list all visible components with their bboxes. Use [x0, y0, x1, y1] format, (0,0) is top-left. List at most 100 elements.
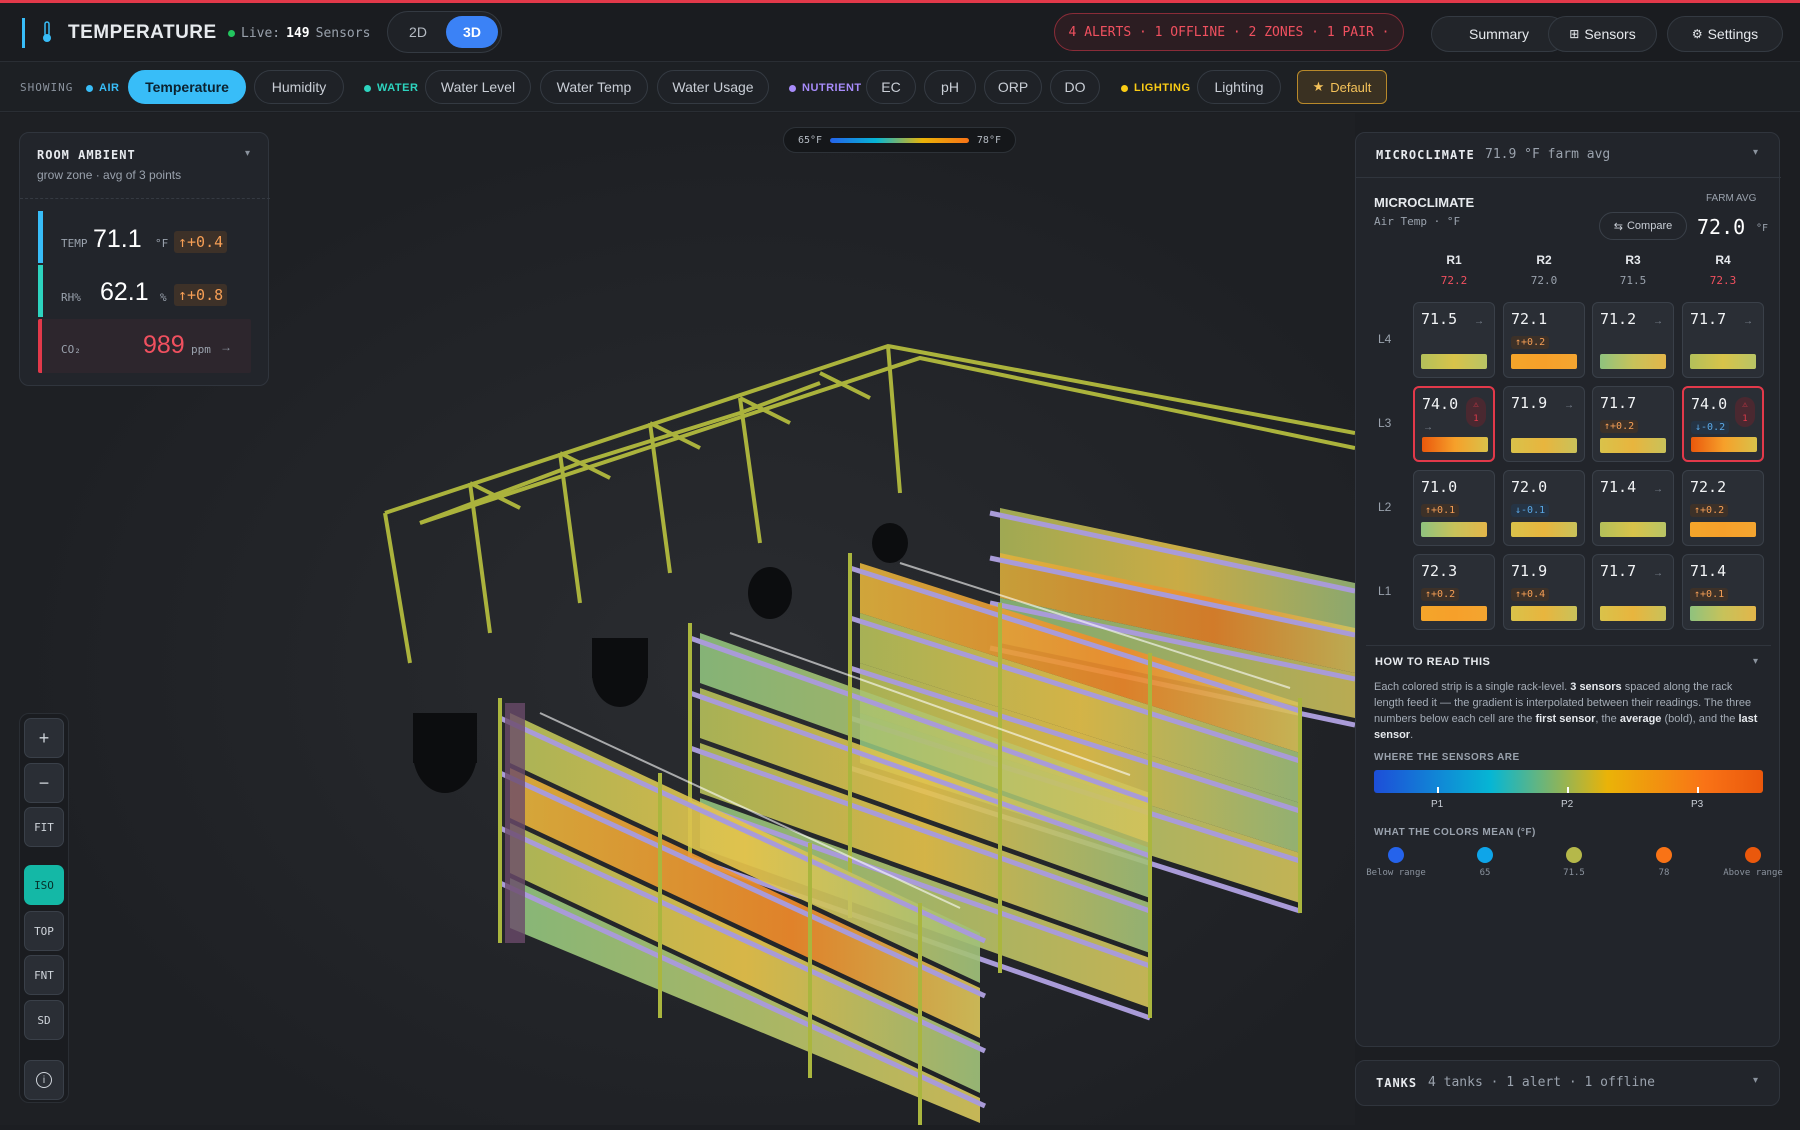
zoom-out-button[interactable]: − [24, 763, 64, 803]
micro-header-value: 71.9 °F farm avg [1485, 147, 1611, 162]
trend-flat-icon: → [1564, 400, 1574, 411]
legend-dot-0 [1388, 847, 1404, 863]
cell-r2-l1[interactable]: 71.9 ↑+0.4 [1503, 554, 1585, 630]
cell-r4-l1[interactable]: 71.4 ↑+0.1 [1682, 554, 1764, 630]
iso-button[interactable]: ISO [24, 865, 64, 905]
view-2d-button[interactable]: 2D [393, 16, 443, 48]
cell-r3-l2[interactable]: 71.4 → [1592, 470, 1674, 546]
temp-unit: °F [155, 237, 169, 250]
legend-dot-4 [1745, 847, 1761, 863]
p3-label: P3 [1691, 799, 1704, 810]
cell-delta: ↑+0.1 [1690, 588, 1729, 601]
cell-value: 71.7 [1690, 310, 1727, 328]
filter-do[interactable]: DO [1050, 70, 1100, 104]
side-view-button[interactable]: SD [24, 1000, 64, 1040]
row-label-l4: L4 [1378, 332, 1392, 346]
legend-label-0: Below range [1366, 868, 1426, 878]
micro-collapse-icon[interactable]: ▾ [1753, 147, 1758, 158]
column-header-r1: R1 [1446, 253, 1462, 267]
cell-r3-l4[interactable]: 71.2 → [1592, 302, 1674, 378]
cell-gradient-bar [1511, 606, 1577, 621]
grid-icon: ⊞ [1569, 27, 1580, 41]
cell-r4-l3[interactable]: 74.0 ↓-0.2 ⚠ 1 [1682, 386, 1764, 462]
cell-value: 72.1 [1511, 310, 1548, 328]
trend-flat-icon: → [1423, 422, 1433, 433]
co2-unit: ppm [191, 343, 211, 356]
cell-gradient-bar [1421, 522, 1487, 537]
row-label-l1: L1 [1378, 584, 1392, 598]
collapse-icon[interactable]: ▾ [245, 148, 250, 159]
tanks-label: TANKS [1376, 1076, 1418, 1090]
cell-gradient-bar [1690, 606, 1756, 621]
colors-title: WHAT THE COLORS MEAN (°F) [1374, 827, 1536, 838]
settings-button[interactable]: ⚙ Settings [1667, 16, 1783, 52]
farm-avg-value: 72.0 [1697, 215, 1746, 239]
tanks-collapse-icon[interactable]: ▾ [1753, 1075, 1758, 1086]
cell-r1-l2[interactable]: 71.0 ↑+0.1 [1413, 470, 1495, 546]
cell-gradient-bar [1421, 606, 1487, 621]
rh-value: 62.1 [100, 278, 149, 306]
filter-water-level[interactable]: Water Level [425, 70, 531, 104]
cell-gradient-bar [1690, 354, 1756, 369]
front-view-button[interactable]: FNT [24, 955, 64, 995]
compare-button[interactable]: ⇆ Compare [1599, 212, 1687, 240]
cell-value: 71.4 [1600, 478, 1637, 496]
cell-r4-l4[interactable]: 71.7 → [1682, 302, 1764, 378]
cell-r3-l3[interactable]: 71.7 ↑+0.2 [1592, 386, 1674, 462]
cell-r2-l2[interactable]: 72.0 ↓-0.1 [1503, 470, 1585, 546]
summary-button[interactable]: Summary [1431, 16, 1567, 52]
cell-r3-l1[interactable]: 71.7 → [1592, 554, 1674, 630]
legend-label-3: 78 [1658, 868, 1670, 878]
alert-badge[interactable]: ⚠ 1 [1735, 397, 1755, 427]
cell-r2-l3[interactable]: 71.9 → [1503, 386, 1585, 462]
howto-collapse-icon[interactable]: ▾ [1753, 656, 1758, 667]
lighting-group-label: LIGHTING [1121, 82, 1191, 94]
alerts-banner[interactable]: 4 ALERTS · 1 OFFLINE · 2 ZONES · 1 PAIR … [1054, 13, 1404, 51]
cell-gradient-bar [1600, 438, 1666, 453]
sensors-label: Sensors [1584, 26, 1636, 42]
gear-icon: ⚙ [1691, 27, 1703, 41]
filter-water-usage[interactable]: Water Usage [657, 70, 769, 104]
filter-orp[interactable]: ORP [984, 70, 1042, 104]
room-title: ROOM AMBIENT [37, 148, 136, 162]
trend-flat-icon: → [1653, 568, 1663, 579]
filter-water-temp[interactable]: Water Temp [540, 70, 648, 104]
tanks-panel[interactable]: TANKS 4 tanks · 1 alert · 1 offline ▾ [1355, 1060, 1780, 1106]
filter-ph[interactable]: pH [924, 70, 976, 104]
cell-r2-l4[interactable]: 72.1 ↑+0.2 [1503, 302, 1585, 378]
filter-ec[interactable]: EC [866, 70, 916, 104]
fit-button[interactable]: FIT [24, 807, 64, 847]
cell-r4-l2[interactable]: 72.2 ↑+0.2 [1682, 470, 1764, 546]
cell-r1-l1[interactable]: 72.3 ↑+0.2 [1413, 554, 1495, 630]
cell-r1-l3[interactable]: 74.0 → ⚠ 1 [1413, 386, 1495, 462]
top-view-button[interactable]: TOP [24, 911, 64, 951]
color-scale: 65°F 78°F [783, 127, 1016, 153]
top-bar: TEMPERATURE Live: 149 Sensors 2D 3D 4 AL… [0, 3, 1800, 62]
legend-label-2: 71.5 [1563, 868, 1585, 878]
zoom-in-button[interactable]: + [24, 718, 64, 758]
legend-label-4: Above range [1723, 868, 1783, 878]
tanks-value: 4 tanks · 1 alert · 1 offline [1428, 1075, 1655, 1090]
view-3d-button[interactable]: 3D [446, 16, 498, 48]
co2-value: 989 [143, 331, 185, 359]
nutrient-group-label: NUTRIENT [789, 82, 862, 94]
scale-min: 65°F [798, 134, 823, 146]
cell-delta: ↑+0.1 [1421, 504, 1460, 517]
rh-label: RH% [61, 291, 81, 304]
cell-r1-l4[interactable]: 71.5 → [1413, 302, 1495, 378]
row-label-l2: L2 [1378, 500, 1392, 514]
trend-flat-icon: → [1743, 316, 1753, 327]
sensors-button[interactable]: ⊞ Sensors [1548, 16, 1657, 52]
temp-label: TEMP [61, 237, 88, 250]
default-button[interactable]: ★ Default [1297, 70, 1387, 104]
cell-value: 72.2 [1690, 478, 1727, 496]
column-header-r4: R4 [1715, 253, 1731, 267]
page-title: TEMPERATURE [68, 22, 217, 43]
filter-humidity[interactable]: Humidity [254, 70, 344, 104]
trend-flat-icon: → [1474, 316, 1484, 327]
filter-lighting[interactable]: Lighting [1197, 70, 1281, 104]
filter-temperature[interactable]: Temperature [128, 70, 246, 104]
alert-badge[interactable]: ⚠ 1 [1466, 397, 1486, 427]
info-button[interactable]: i [24, 1060, 64, 1100]
microclimate-panel: MICROCLIMATE 71.9 °F farm avg ▾ MICROCLI… [1355, 132, 1783, 1047]
